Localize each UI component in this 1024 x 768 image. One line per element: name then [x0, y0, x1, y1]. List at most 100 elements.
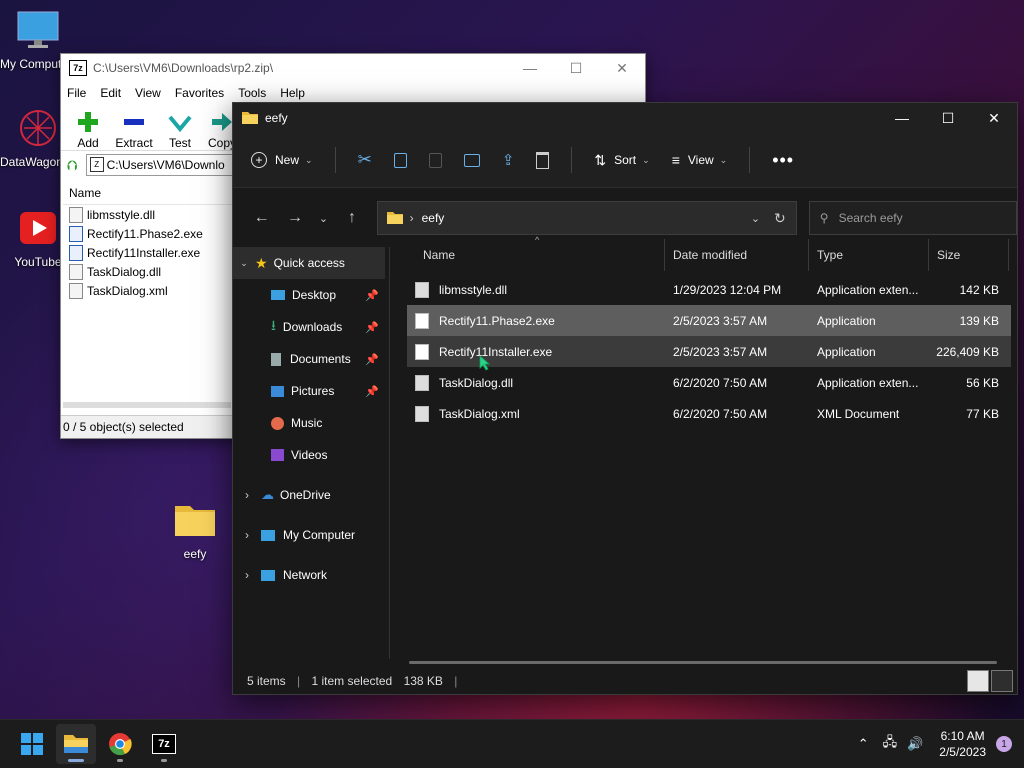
add-button[interactable]: Add: [67, 104, 109, 150]
view-button[interactable]: ≡ View ⌄: [672, 152, 728, 168]
7zip-hscroll[interactable]: [63, 402, 231, 408]
pin-icon[interactable]: 📌: [365, 353, 379, 366]
menu-view[interactable]: View: [135, 86, 161, 100]
chevron-right-icon: ›: [245, 528, 249, 542]
trash-icon: [536, 151, 550, 169]
separator: [571, 147, 573, 173]
column-date-modified[interactable]: Date modified: [665, 239, 809, 271]
plus-icon: [78, 112, 98, 132]
test-button[interactable]: Test: [159, 104, 201, 150]
clock[interactable]: 6:10 AM 2/5/2023: [939, 728, 986, 760]
sidebar-item-quick-access[interactable]: ⌄ ★ Quick access: [233, 247, 385, 279]
search-input[interactable]: ⚲ Search eefy: [808, 201, 1017, 235]
explorer-titlebar[interactable]: eefy — ☐ ✕: [233, 103, 1017, 133]
list-item[interactable]: TaskDialog.xml: [63, 281, 233, 300]
table-row[interactable]: TaskDialog.dll 6/2/2020 7:50 AM Applicat…: [407, 367, 1011, 398]
up-arrow-icon[interactable]: ↑: [335, 209, 368, 227]
close-icon[interactable]: ✕: [599, 60, 645, 77]
network-icon[interactable]: 🖧: [883, 733, 898, 755]
table-row[interactable]: TaskDialog.xml 6/2/2020 7:50 AM XML Docu…: [407, 398, 1011, 429]
volume-icon[interactable]: 🔊: [907, 736, 923, 752]
folder-icon: [64, 735, 88, 753]
sidebar-item-music[interactable]: Music: [233, 407, 389, 439]
pin-icon[interactable]: 📌: [365, 385, 379, 398]
table-row[interactable]: libmsstyle.dll 1/29/2023 12:04 PM Applic…: [407, 274, 1011, 305]
dll-file-icon: [415, 374, 429, 391]
menu-help[interactable]: Help: [280, 86, 305, 100]
list-item[interactable]: Rectify11.Phase2.exe: [63, 224, 233, 243]
table-row[interactable]: Rectify11Installer.exe 2/5/2023 3:57 AM …: [407, 336, 1011, 367]
status-bar: 5 items | 1 item selected 138 KB |: [247, 674, 458, 688]
taskbar-file-explorer[interactable]: [56, 724, 96, 764]
sidebar-item-my-computer[interactable]: › My Computer: [233, 519, 389, 551]
details-view-icon[interactable]: [967, 670, 989, 692]
more-options-button[interactable]: •••: [772, 150, 794, 171]
menu-tools[interactable]: Tools: [238, 86, 266, 100]
address-bar[interactable]: › eefy ⌄ ↻: [376, 201, 797, 235]
desktop-icon-eefy-folder[interactable]: eefy: [157, 500, 233, 561]
menu-file[interactable]: File: [67, 86, 86, 100]
taskbar-7zip[interactable]: 7z: [144, 724, 184, 764]
rename-button[interactable]: [463, 153, 480, 167]
zip-path-icon: Z: [89, 157, 104, 172]
sidebar-item-pictures[interactable]: Pictures 📌: [233, 375, 389, 407]
menu-favorites[interactable]: Favorites: [175, 86, 224, 100]
extract-button[interactable]: Extract: [109, 104, 159, 150]
7zip-icon: 7z: [152, 734, 176, 754]
back-arrow-icon[interactable]: ←: [245, 209, 278, 227]
new-button[interactable]: + New ⌄: [251, 152, 313, 168]
column-type[interactable]: Type: [809, 239, 929, 271]
7zip-titlebar[interactable]: 7z C:\Users\VM6\Downloads\rp2.zip\ — ☐ ✕: [61, 54, 645, 82]
command-bar: + New ⌄ ✂ ⇪ ⇅ Sort ⌄ ≡ View ⌄ •••: [233, 133, 1017, 188]
delete-button[interactable]: [536, 151, 550, 169]
horizontal-scrollbar[interactable]: [409, 661, 997, 664]
recent-chevron-icon[interactable]: ⌄: [312, 212, 336, 225]
forward-arrow-icon[interactable]: →: [278, 209, 311, 227]
sort-button[interactable]: ⇅ Sort ⌄: [594, 152, 649, 169]
7zip-column-name[interactable]: Name: [63, 182, 233, 205]
close-icon[interactable]: ✕: [971, 110, 1017, 127]
minimize-icon[interactable]: —: [879, 110, 925, 127]
separator: [334, 147, 336, 173]
running-indicator: [161, 759, 167, 762]
sidebar-item-desktop[interactable]: Desktop 📌: [233, 279, 389, 311]
running-indicator: [117, 759, 123, 762]
minus-icon: [124, 119, 144, 125]
address-dropdown-icon[interactable]: ⌄: [751, 212, 760, 225]
pin-icon[interactable]: 📌: [365, 289, 379, 302]
check-down-icon: [168, 115, 192, 133]
column-size[interactable]: Size: [929, 239, 1009, 271]
minimize-icon[interactable]: —: [507, 60, 553, 77]
separator: [749, 147, 751, 173]
file-icon: [69, 206, 83, 223]
chevron-up-icon[interactable]: ⌃: [858, 736, 869, 752]
pin-icon[interactable]: 📌: [365, 321, 379, 334]
table-row[interactable]: Rectify11.Phase2.exe 2/5/2023 3:57 AM Ap…: [407, 305, 1011, 336]
tiles-view-icon[interactable]: [991, 670, 1013, 692]
maximize-icon[interactable]: ☐: [553, 60, 599, 77]
xml-file-icon: [415, 405, 429, 422]
sidebar-item-network[interactable]: › Network: [233, 559, 389, 591]
sidebar-item-onedrive[interactable]: › ☁ OneDrive: [233, 479, 389, 511]
sidebar-item-videos[interactable]: Videos: [233, 439, 389, 471]
up-folder-icon[interactable]: ⮉: [67, 157, 78, 174]
sidebar-item-downloads[interactable]: ⭳ Downloads 📌: [233, 311, 389, 343]
column-name[interactable]: Name: [399, 239, 665, 271]
share-button[interactable]: ⇪: [502, 151, 515, 169]
cut-button[interactable]: ✂: [358, 150, 372, 170]
maximize-icon[interactable]: ☐: [925, 110, 971, 127]
breadcrumb[interactable]: eefy: [422, 211, 445, 225]
copy-button[interactable]: [393, 152, 407, 168]
column-headers: Name ^ Date modified Type Size: [399, 235, 1011, 271]
list-item[interactable]: Rectify11Installer.exe: [63, 243, 233, 262]
menu-edit[interactable]: Edit: [100, 86, 121, 100]
refresh-icon[interactable]: ↻: [774, 210, 786, 227]
paste-button[interactable]: [428, 152, 442, 168]
notification-badge[interactable]: 1: [996, 736, 1012, 752]
list-item[interactable]: TaskDialog.dll: [63, 262, 233, 281]
start-button[interactable]: [12, 724, 52, 764]
taskbar-chrome[interactable]: [100, 724, 140, 764]
sidebar-item-documents[interactable]: Documents 📌: [233, 343, 389, 375]
list-item[interactable]: libmsstyle.dll: [63, 205, 233, 224]
chevron-down-icon: ⌄: [642, 154, 650, 165]
